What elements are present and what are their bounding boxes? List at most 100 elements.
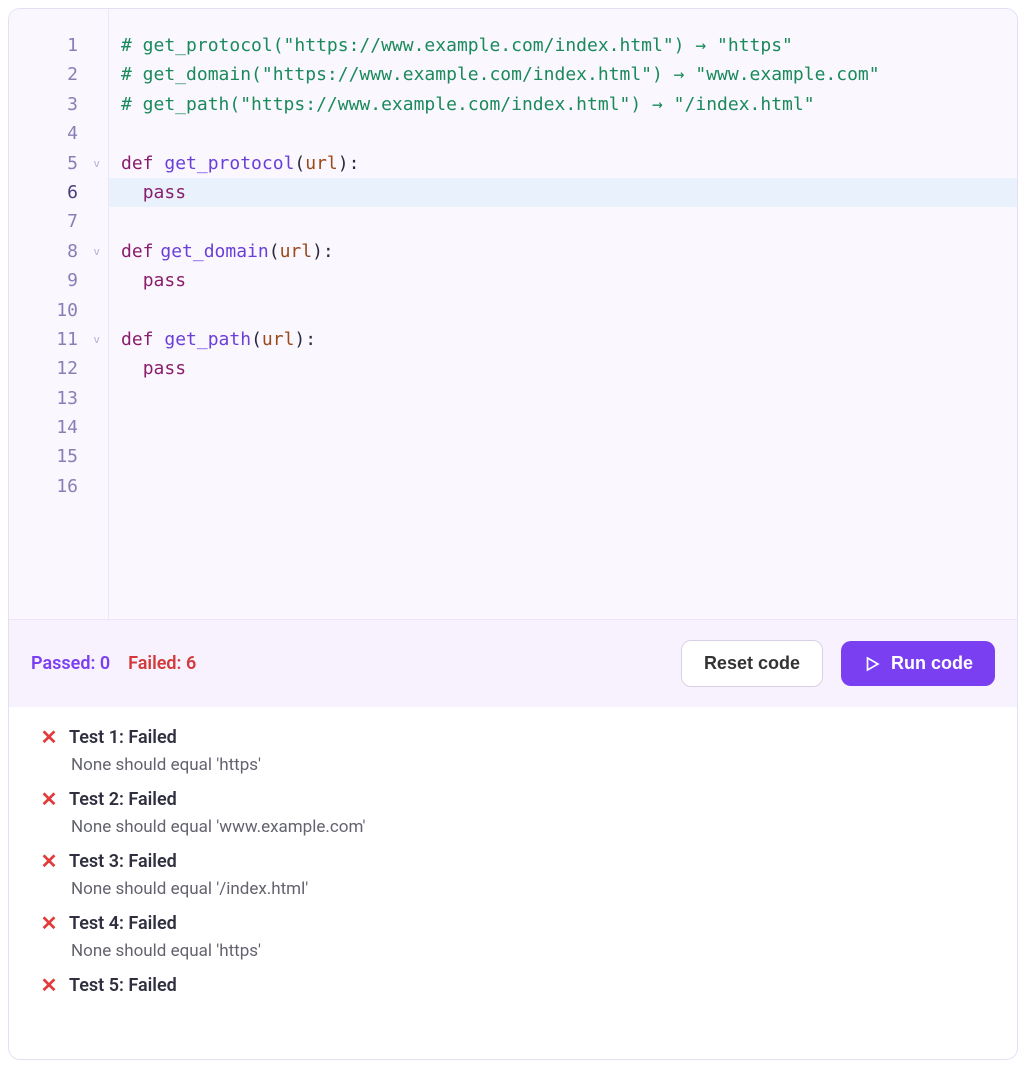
fold-toggle[interactable]: v [88, 325, 100, 354]
gutter-row: 9 [9, 266, 108, 295]
test-result-header: ✕ Test 2: Failed [39, 787, 997, 811]
code-line[interactable] [117, 472, 1017, 501]
token-param: url [280, 241, 313, 262]
fail-icon: ✕ [39, 973, 59, 997]
test-title: Test 1: Failed [69, 727, 177, 748]
test-result-header: ✕ Test 1: Failed [39, 725, 997, 749]
code-line[interactable]: pass [117, 266, 1017, 295]
code-line[interactable]: # get_protocol("https://www.example.com/… [117, 31, 1017, 60]
line-number: 14 [46, 413, 78, 442]
code-line[interactable]: def get_domain(url): [117, 237, 1017, 266]
token-text: ): [294, 329, 316, 350]
gutter-row: 14 [9, 413, 108, 442]
test-message: None should equal 'https' [39, 755, 997, 775]
token-kw: pass [143, 182, 186, 203]
gutter-row: 8v [9, 237, 108, 266]
test-results-panel[interactable]: ✕ Test 1: Failed None should equal 'https'… [9, 707, 1017, 1059]
token-kw: pass [143, 358, 186, 379]
code-line[interactable] [117, 296, 1017, 325]
gutter-row: 13 [9, 384, 108, 413]
test-result-header: ✕ Test 3: Failed [39, 849, 997, 873]
line-number: 15 [46, 442, 78, 471]
code-editor[interactable]: 12345v678v91011v1213141516 # get_protoco… [9, 9, 1017, 619]
test-title: Test 3: Failed [69, 851, 177, 872]
test-result-header: ✕ Test 5: Failed [39, 973, 997, 997]
fold-toggle[interactable]: v [88, 149, 100, 178]
gutter-row: 16 [9, 472, 108, 501]
gutter-row: 1 [9, 31, 108, 60]
token-kw: def [121, 241, 154, 262]
gutter-row: 11 v [9, 325, 108, 354]
code-line[interactable]: def get_protocol(url): [117, 149, 1017, 178]
line-number: 7 [46, 207, 78, 236]
line-number: 11 [46, 325, 78, 354]
line-number: 13 [46, 384, 78, 413]
token-fn: get_path [164, 329, 251, 350]
gutter-row: 7 [9, 207, 108, 236]
line-number: 8 [46, 237, 78, 266]
fail-icon: ✕ [39, 911, 59, 935]
gutter-row: 4 [9, 119, 108, 148]
token-fn: get_protocol [164, 153, 294, 174]
token-kw: pass [143, 270, 186, 291]
test-title: Test 5: Failed [69, 975, 177, 996]
failed-count: Failed: 6 [128, 653, 196, 674]
code-line[interactable]: # get_domain("https://www.example.com/in… [117, 60, 1017, 89]
code-line[interactable] [117, 442, 1017, 471]
token-text: ): [312, 241, 334, 262]
test-title: Test 2: Failed [69, 789, 177, 810]
line-gutter: 12345v678v91011v1213141516 [9, 9, 109, 619]
token-comment: # get_path("https://www.example.com/inde… [121, 94, 815, 115]
test-result-header: ✕Test 4: Failed [39, 911, 997, 935]
test-result-item: ✕Test 4: FailedNone should equal 'https' [39, 911, 997, 961]
code-line[interactable]: pass [109, 178, 1017, 207]
token-text: ( [294, 153, 305, 174]
token-text [121, 270, 143, 291]
line-number: 9 [46, 266, 78, 295]
token-fn: get_domain [160, 241, 268, 262]
code-line[interactable] [117, 384, 1017, 413]
gutter-row: 12 [9, 354, 108, 383]
token-kw: def [121, 329, 164, 350]
token-text [121, 182, 143, 203]
code-line[interactable] [117, 207, 1017, 236]
toolbar: Passed: 0 Failed: 6 Reset code Run code [9, 619, 1017, 707]
gutter-row: 5v [9, 149, 108, 178]
reset-code-button[interactable]: Reset code [681, 640, 823, 687]
fold-toggle[interactable]: v [88, 237, 100, 266]
code-line[interactable]: def get_path(url): [117, 325, 1017, 354]
code-line[interactable] [117, 413, 1017, 442]
code-line[interactable]: # get_path("https://www.example.com/inde… [117, 90, 1017, 119]
test-message: None should equal '/index.html' [39, 879, 997, 899]
gutter-row: 6 [9, 178, 108, 207]
code-line[interactable] [117, 119, 1017, 148]
token-comment: # get_domain("https://www.example.com/in… [121, 64, 880, 85]
fail-icon: ✕ [39, 725, 59, 749]
line-number: 5 [46, 149, 78, 178]
fail-icon: ✕ [39, 849, 59, 873]
line-number: 12 [46, 354, 78, 383]
line-number: 4 [46, 119, 78, 148]
run-code-label: Run code [891, 653, 973, 674]
test-message: None should equal 'www.example.com' [39, 817, 997, 837]
gutter-row: 3 [9, 90, 108, 119]
token-text [121, 358, 143, 379]
line-number: 16 [46, 472, 78, 501]
gutter-row: 2 [9, 60, 108, 89]
run-code-button[interactable]: Run code [841, 641, 995, 686]
code-line[interactable]: pass [117, 354, 1017, 383]
test-result-item: ✕ Test 2: Failed None should equal 'www.ex… [39, 787, 997, 837]
test-result-item: ✕ Test 1: Failed None should equal 'https' [39, 725, 997, 775]
token-comment: # get_protocol("https://www.example.com/… [121, 35, 793, 56]
token-text: ): [338, 153, 360, 174]
line-number: 3 [46, 90, 78, 119]
code-area[interactable]: # get_protocol("https://www.example.com/… [109, 9, 1017, 619]
passed-count: Passed: 0 [31, 653, 110, 674]
play-icon [863, 655, 881, 673]
line-number: 10 [46, 296, 78, 325]
gutter-row: 15 [9, 442, 108, 471]
code-challenge-panel: 12345v678v91011v1213141516 # get_protoco… [8, 8, 1018, 1060]
fail-icon: ✕ [39, 787, 59, 811]
gutter-row: 10 [9, 296, 108, 325]
line-number: 2 [46, 60, 78, 89]
